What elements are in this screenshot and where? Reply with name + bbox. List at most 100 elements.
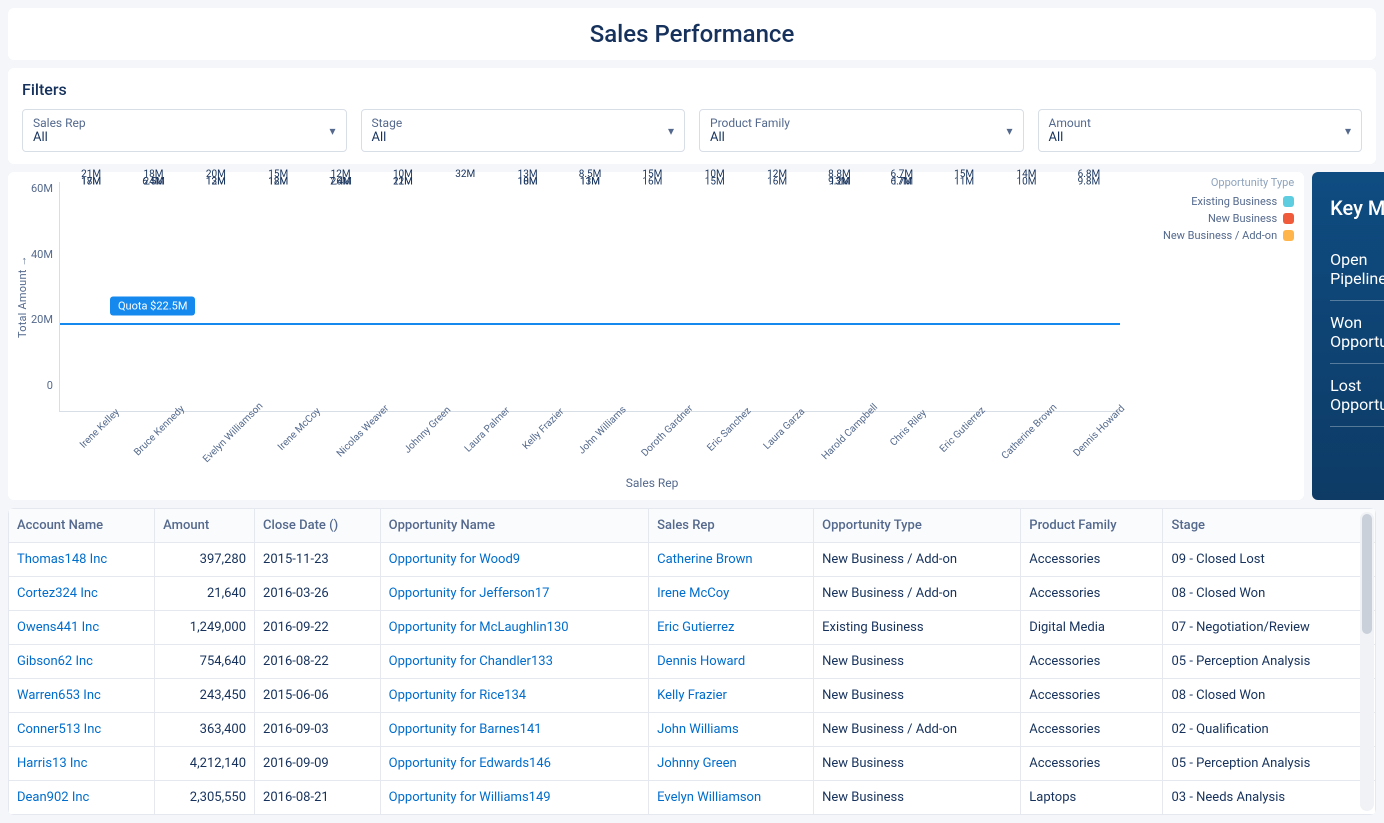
- bar-column[interactable]: 11M22M10M: [372, 182, 434, 411]
- chevron-down-icon: ▾: [1006, 124, 1012, 138]
- table-cell: Johnny Green: [649, 747, 814, 781]
- scroll-thumb[interactable]: [1362, 514, 1372, 634]
- bar-top-label: 21M: [74, 169, 108, 180]
- y-tick: 60M: [31, 182, 53, 195]
- filters-heading: Filters: [22, 80, 1362, 99]
- table-row[interactable]: Harris13 Inc4,212,1402016-09-09Opportuni…: [9, 747, 1376, 781]
- table-header[interactable]: Close Date (): [255, 509, 381, 543]
- y-axis-title: Total Amount →: [14, 182, 31, 412]
- table-cell: 02 - Qualification: [1163, 713, 1376, 747]
- bar-column[interactable]: 16M15M: [621, 182, 683, 411]
- table-cell: Opportunity for Jefferson17: [380, 577, 648, 611]
- metric-row: Won Opportunities392.2M: [1330, 301, 1384, 364]
- table-scrollbar[interactable]: [1360, 512, 1374, 811]
- bar-top-label: 10M: [698, 169, 732, 180]
- table-cell: 2016-09-22: [255, 611, 381, 645]
- bar-column[interactable]: 7.4M26M12M: [309, 182, 371, 411]
- bar-column[interactable]: 11M13M8.5M: [559, 182, 621, 411]
- table-cell: Opportunity for Chandler133: [380, 645, 648, 679]
- table-cell: 243,450: [155, 679, 255, 713]
- table-cell: New Business: [814, 645, 1021, 679]
- bar-top-label: 15M: [261, 169, 295, 180]
- table-cell: New Business / Add-on: [814, 713, 1021, 747]
- table-cell: Existing Business: [814, 611, 1021, 645]
- table-cell: Kelly Frazier: [649, 679, 814, 713]
- metric-label: Open Pipeline: [1330, 250, 1384, 288]
- table-cell: 2016-09-09: [255, 747, 381, 781]
- table-cell: 1,249,000: [155, 611, 255, 645]
- filter-value: All: [33, 130, 86, 145]
- y-tick: 40M: [31, 248, 53, 261]
- bar-top-label: 18M: [137, 169, 171, 180]
- chevron-down-icon: ▾: [1345, 124, 1351, 138]
- filter-sales-rep[interactable]: Sales RepAll ▾: [22, 109, 347, 152]
- table-cell: 4,212,140: [155, 747, 255, 781]
- table-cell: Cortez324 Inc: [9, 577, 155, 611]
- bar-column[interactable]: 9.8M6.8M: [1058, 182, 1120, 411]
- table-header[interactable]: Opportunity Type: [814, 509, 1021, 543]
- bar-top-label: 6.7M: [885, 169, 919, 180]
- table-cell: 09 - Closed Lost: [1163, 543, 1376, 577]
- filter-amount[interactable]: AmountAll▾: [1038, 109, 1363, 152]
- bar-top-label: 15M: [635, 169, 669, 180]
- y-tick: 0: [47, 379, 53, 392]
- table-cell: 2,305,550: [155, 781, 255, 815]
- bar-column[interactable]: 10M18M13M: [496, 182, 558, 411]
- bar-column[interactable]: 11M15M: [933, 182, 995, 411]
- bar-column[interactable]: 16M12M: [746, 182, 808, 411]
- bar-top-label: 12M: [324, 169, 358, 180]
- bar-column[interactable]: 9.2M13M8.8M: [808, 182, 870, 411]
- chart-plot[interactable]: 18M17M21M6.5M24M18M12M13M20M12M18M15M7.4…: [59, 182, 1120, 412]
- filter-stage[interactable]: StageAll▾: [361, 109, 686, 152]
- table-cell: New Business: [814, 747, 1021, 781]
- filter-value: All: [710, 130, 790, 145]
- filter-product-family[interactable]: Product FamilyAll▾: [699, 109, 1024, 152]
- table-cell: 2016-03-26: [255, 577, 381, 611]
- bar-column[interactable]: 32M: [434, 182, 496, 411]
- bar-column[interactable]: 12M18M15M: [247, 182, 309, 411]
- table-row[interactable]: Conner513 Inc363,4002016-09-03Opportunit…: [9, 713, 1376, 747]
- bar-top-label: 8.5M: [573, 169, 607, 180]
- table-header[interactable]: Stage: [1163, 509, 1376, 543]
- metric-label: Won Opportunities: [1330, 313, 1384, 351]
- metrics-title: Key Metrics: [1330, 196, 1384, 220]
- table-header[interactable]: Product Family: [1021, 509, 1163, 543]
- bar-top-label: 32M: [448, 169, 482, 180]
- table-row[interactable]: Gibson62 Inc754,6402016-08-22Opportunity…: [9, 645, 1376, 679]
- table-cell: 03 - Needs Analysis: [1163, 781, 1376, 815]
- table-row[interactable]: Cortez324 Inc21,6402016-03-26Opportunity…: [9, 577, 1376, 611]
- table-header[interactable]: Opportunity Name: [380, 509, 648, 543]
- bar-top-label: 10M: [386, 169, 420, 180]
- table-row[interactable]: Thomas148 Inc397,2802015-11-23Opportunit…: [9, 543, 1376, 577]
- bar-column[interactable]: 10M14M: [995, 182, 1057, 411]
- table-cell: Warren653 Inc: [9, 679, 155, 713]
- table-cell: 21,640: [155, 577, 255, 611]
- filter-label: Sales Rep: [33, 116, 86, 130]
- filter-value: All: [372, 130, 403, 145]
- key-metrics-card: Key Metrics Open Pipeline231.4MWon Oppor…: [1312, 172, 1384, 500]
- table-cell: 363,400: [155, 713, 255, 747]
- bar-column[interactable]: 6.7M17M6.7M: [871, 182, 933, 411]
- table-header[interactable]: Amount: [155, 509, 255, 543]
- table-cell: Accessories: [1021, 577, 1163, 611]
- opportunity-table-card: Account NameAmountClose Date ()Opportuni…: [8, 508, 1376, 815]
- table-row[interactable]: Dean902 Inc2,305,5502016-08-21Opportunit…: [9, 781, 1376, 815]
- table-cell: New Business: [814, 679, 1021, 713]
- table-cell: 2015-11-23: [255, 543, 381, 577]
- table-cell: Conner513 Inc: [9, 713, 155, 747]
- table-cell: Opportunity for Williams149: [380, 781, 648, 815]
- table-cell: Accessories: [1021, 543, 1163, 577]
- opportunity-table: Account NameAmountClose Date ()Opportuni…: [8, 508, 1376, 815]
- filter-label: Amount: [1049, 116, 1091, 130]
- chevron-down-icon: ▾: [329, 124, 335, 138]
- bar-top-label: 6.8M: [1072, 169, 1106, 180]
- table-cell: New Business / Add-on: [814, 543, 1021, 577]
- table-row[interactable]: Warren653 Inc243,4502015-06-06Opportunit…: [9, 679, 1376, 713]
- table-header[interactable]: Account Name: [9, 509, 155, 543]
- table-header[interactable]: Sales Rep: [649, 509, 814, 543]
- table-row[interactable]: Owens441 Inc1,249,0002016-09-22Opportuni…: [9, 611, 1376, 645]
- bar-top-label: 15M: [947, 169, 981, 180]
- table-cell: John Williams: [649, 713, 814, 747]
- table-cell: Gibson62 Inc: [9, 645, 155, 679]
- bar-column[interactable]: 15M10M: [684, 182, 746, 411]
